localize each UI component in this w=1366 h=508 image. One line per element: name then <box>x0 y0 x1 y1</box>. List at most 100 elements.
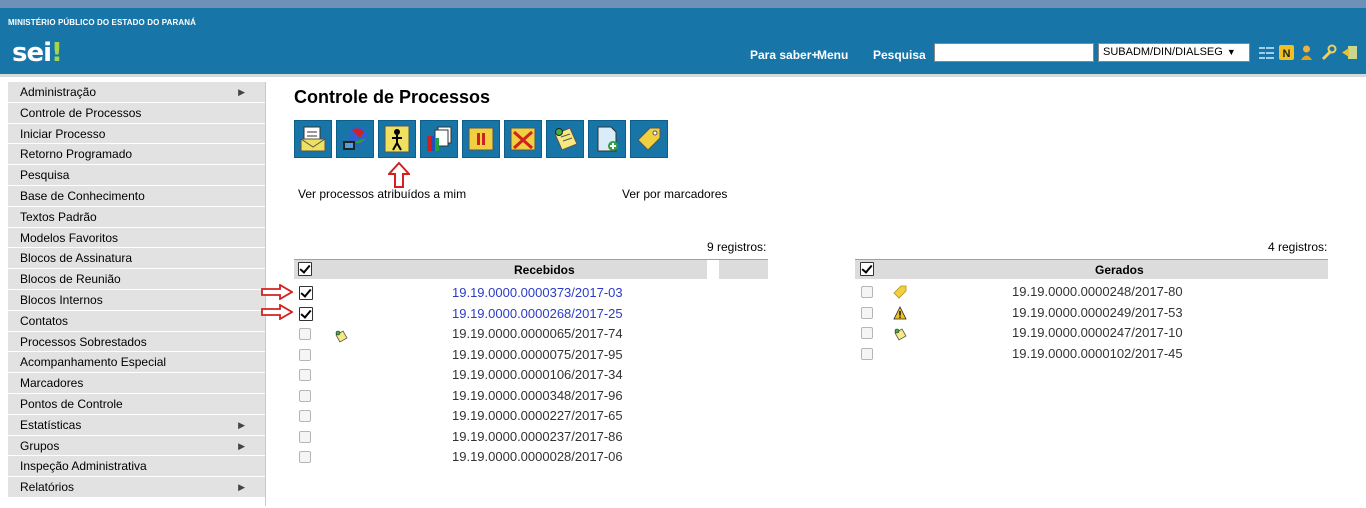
sidebar-item-blocos-reuniao[interactable]: Blocos de Reunião <box>8 269 265 290</box>
row-checkbox[interactable] <box>299 306 313 321</box>
view-by-markers-link[interactable]: Ver por marcadores <box>622 187 727 201</box>
process-number-link[interactable]: 19.19.0000.0000348/2017-96 <box>452 388 623 403</box>
assigned-to-me-link[interactable]: Ver processos atribuídos a mim <box>298 187 466 201</box>
org-name: MINISTÉRIO PÚBLICO DO ESTADO DO PARANÁ <box>8 18 196 27</box>
marker-icon <box>637 127 661 151</box>
row-checkbox[interactable] <box>861 306 873 319</box>
gerados-select-all-checkbox[interactable] <box>860 262 874 276</box>
process-number-link[interactable]: 19.19.0000.0000028/2017-06 <box>452 449 623 464</box>
header-divider <box>0 74 1366 77</box>
row-checkbox[interactable] <box>299 430 311 443</box>
sidebar-item-blocos-internos[interactable]: Blocos Internos <box>8 289 265 311</box>
sidebar-item-base-conhecimento[interactable]: Base de Conhecimento <box>8 185 265 207</box>
pesquisa-link[interactable]: Pesquisa <box>873 48 926 62</box>
process-number-link[interactable]: 19.19.0000.0000247/2017-10 <box>1012 325 1183 340</box>
send-process-button[interactable] <box>294 120 332 158</box>
conclude-icon <box>510 127 536 151</box>
search-input[interactable] <box>934 43 1094 62</box>
row-checkbox[interactable] <box>861 348 873 361</box>
recebidos-header: Recebidos <box>294 259 768 280</box>
process-number-link[interactable]: 19.19.0000.0000075/2017-95 <box>452 347 623 362</box>
gerados-title: Gerados <box>1095 263 1144 277</box>
row-checkbox[interactable] <box>299 369 311 381</box>
row-checkbox[interactable] <box>861 286 873 298</box>
assign-process-icon <box>384 125 410 153</box>
process-number-link[interactable]: 19.19.0000.0000106/2017-34 <box>452 367 623 382</box>
sobrestar-button[interactable] <box>462 120 500 158</box>
sidebar-menu: Administração ▶ Controle de Processos Ini… <box>8 82 266 506</box>
sidebar-item-controle-processos[interactable]: Controle de Processos <box>8 102 265 124</box>
send-process-icon <box>300 126 326 152</box>
sidebar-item-blocos-assinatura[interactable]: Blocos de Assinatura <box>8 248 265 270</box>
docs-icon <box>427 126 452 151</box>
org-bar: MINISTÉRIO PÚBLICO DO ESTADO DO PARANÁ <box>0 8 1366 30</box>
up-arrow-icon <box>388 162 410 188</box>
sidebar-item-grupos[interactable]: Grupos ▶ <box>8 435 265 457</box>
row-checkbox[interactable] <box>299 348 311 361</box>
notepad-icon[interactable]: N <box>1278 44 1295 61</box>
chevron-right-icon: ▶ <box>238 440 245 451</box>
svg-text:N: N <box>1283 48 1291 60</box>
para-saber-link[interactable]: Para saber+ <box>750 48 818 62</box>
gerados-count: 4 registros: <box>1268 240 1328 254</box>
row-checkbox[interactable] <box>299 410 311 422</box>
sidebar-item-textos-padrao[interactable]: Textos Padrão <box>8 206 265 228</box>
sidebar-item-retorno-programado[interactable]: Retorno Programado <box>8 144 265 166</box>
unit-select[interactable]: SUBADM/DIN/DIALSEG ▼ <box>1098 43 1250 62</box>
row-checkbox[interactable] <box>299 451 311 463</box>
assign-process-button[interactable] <box>378 120 416 158</box>
sidebar-item-acompanhamento-especial[interactable]: Acompanhamento Especial <box>8 352 265 374</box>
row-checkbox[interactable] <box>299 286 313 300</box>
new-document-button[interactable] <box>588 120 626 158</box>
recebidos-select-all-checkbox[interactable] <box>298 262 312 276</box>
sei-logo[interactable]: sei! <box>12 38 63 68</box>
documents-button[interactable] <box>420 120 458 158</box>
annotation-icon <box>894 328 907 341</box>
app-header: sei! Para saber+ Menu Pesquisa SUBADM/DI… <box>0 30 1366 74</box>
process-number-link[interactable]: 19.19.0000.0000102/2017-45 <box>1012 346 1183 361</box>
chevron-right-icon: ▶ <box>238 482 245 493</box>
gerados-header: Gerados <box>855 259 1328 279</box>
sidebar-item-iniciar-processo[interactable]: Iniciar Processo <box>8 123 265 145</box>
recebidos-title: Recebidos <box>514 263 575 277</box>
process-number-link[interactable]: 19.19.0000.0000065/2017-74 <box>452 326 623 341</box>
row-checkbox[interactable] <box>861 327 873 340</box>
process-number-link[interactable]: 19.19.0000.0000373/2017-03 <box>452 285 623 300</box>
user-icon[interactable] <box>1298 44 1315 61</box>
sidebar-item-estatisticas[interactable]: Estatísticas ▶ <box>8 414 265 436</box>
conclude-process-button[interactable] <box>504 120 542 158</box>
annotation-icon <box>335 330 348 343</box>
red-arrow-icon <box>261 304 293 320</box>
chevron-right-icon: ▶ <box>238 419 245 430</box>
sidebar-item-modelos-favoritos[interactable]: Modelos Favoritos <box>8 227 265 249</box>
sidebar-item-pesquisa[interactable]: Pesquisa <box>8 165 265 186</box>
annotation-button[interactable] <box>546 120 584 158</box>
exit-icon[interactable] <box>1341 44 1358 61</box>
process-number-link[interactable]: 19.19.0000.0000237/2017-86 <box>452 429 623 444</box>
process-number-link[interactable]: 19.19.0000.0000249/2017-53 <box>1012 305 1183 320</box>
sidebar-item-relatorios[interactable]: Relatórios ▶ <box>8 477 265 498</box>
row-checkbox[interactable] <box>299 328 311 340</box>
process-number-link[interactable]: 19.19.0000.0000248/2017-80 <box>1012 284 1183 299</box>
sobrestar-icon <box>468 127 494 151</box>
annotation-icon <box>554 127 578 151</box>
marker-icon <box>893 285 907 299</box>
sidebar-item-contatos[interactable]: Contatos <box>8 310 265 332</box>
marker-button[interactable] <box>630 120 668 158</box>
page-title: Controle de Processos <box>294 87 491 107</box>
process-number-link[interactable]: 19.19.0000.0000227/2017-65 <box>452 408 623 423</box>
sidebar-item-processos-sobrestados[interactable]: Processos Sobrestados <box>8 331 265 353</box>
sidebar-item-inspecao-administrativa[interactable]: Inspeção Administrativa <box>8 456 265 478</box>
new-document-icon <box>597 126 618 152</box>
row-checkbox[interactable] <box>299 389 311 402</box>
sidebar-item-administracao[interactable]: Administração ▶ <box>8 82 265 103</box>
wrench-icon[interactable] <box>1320 44 1337 61</box>
sidebar-item-pontos-controle[interactable]: Pontos de Controle <box>8 393 265 415</box>
sidebar-item-marcadores[interactable]: Marcadores <box>8 373 265 394</box>
list-icon[interactable] <box>1258 44 1275 61</box>
chevron-right-icon: ▶ <box>238 87 245 97</box>
warning-icon <box>893 306 907 320</box>
menu-link[interactable]: Menu <box>817 48 848 62</box>
update-andamento-button[interactable] <box>336 120 374 158</box>
process-number-link[interactable]: 19.19.0000.0000268/2017-25 <box>452 306 623 321</box>
